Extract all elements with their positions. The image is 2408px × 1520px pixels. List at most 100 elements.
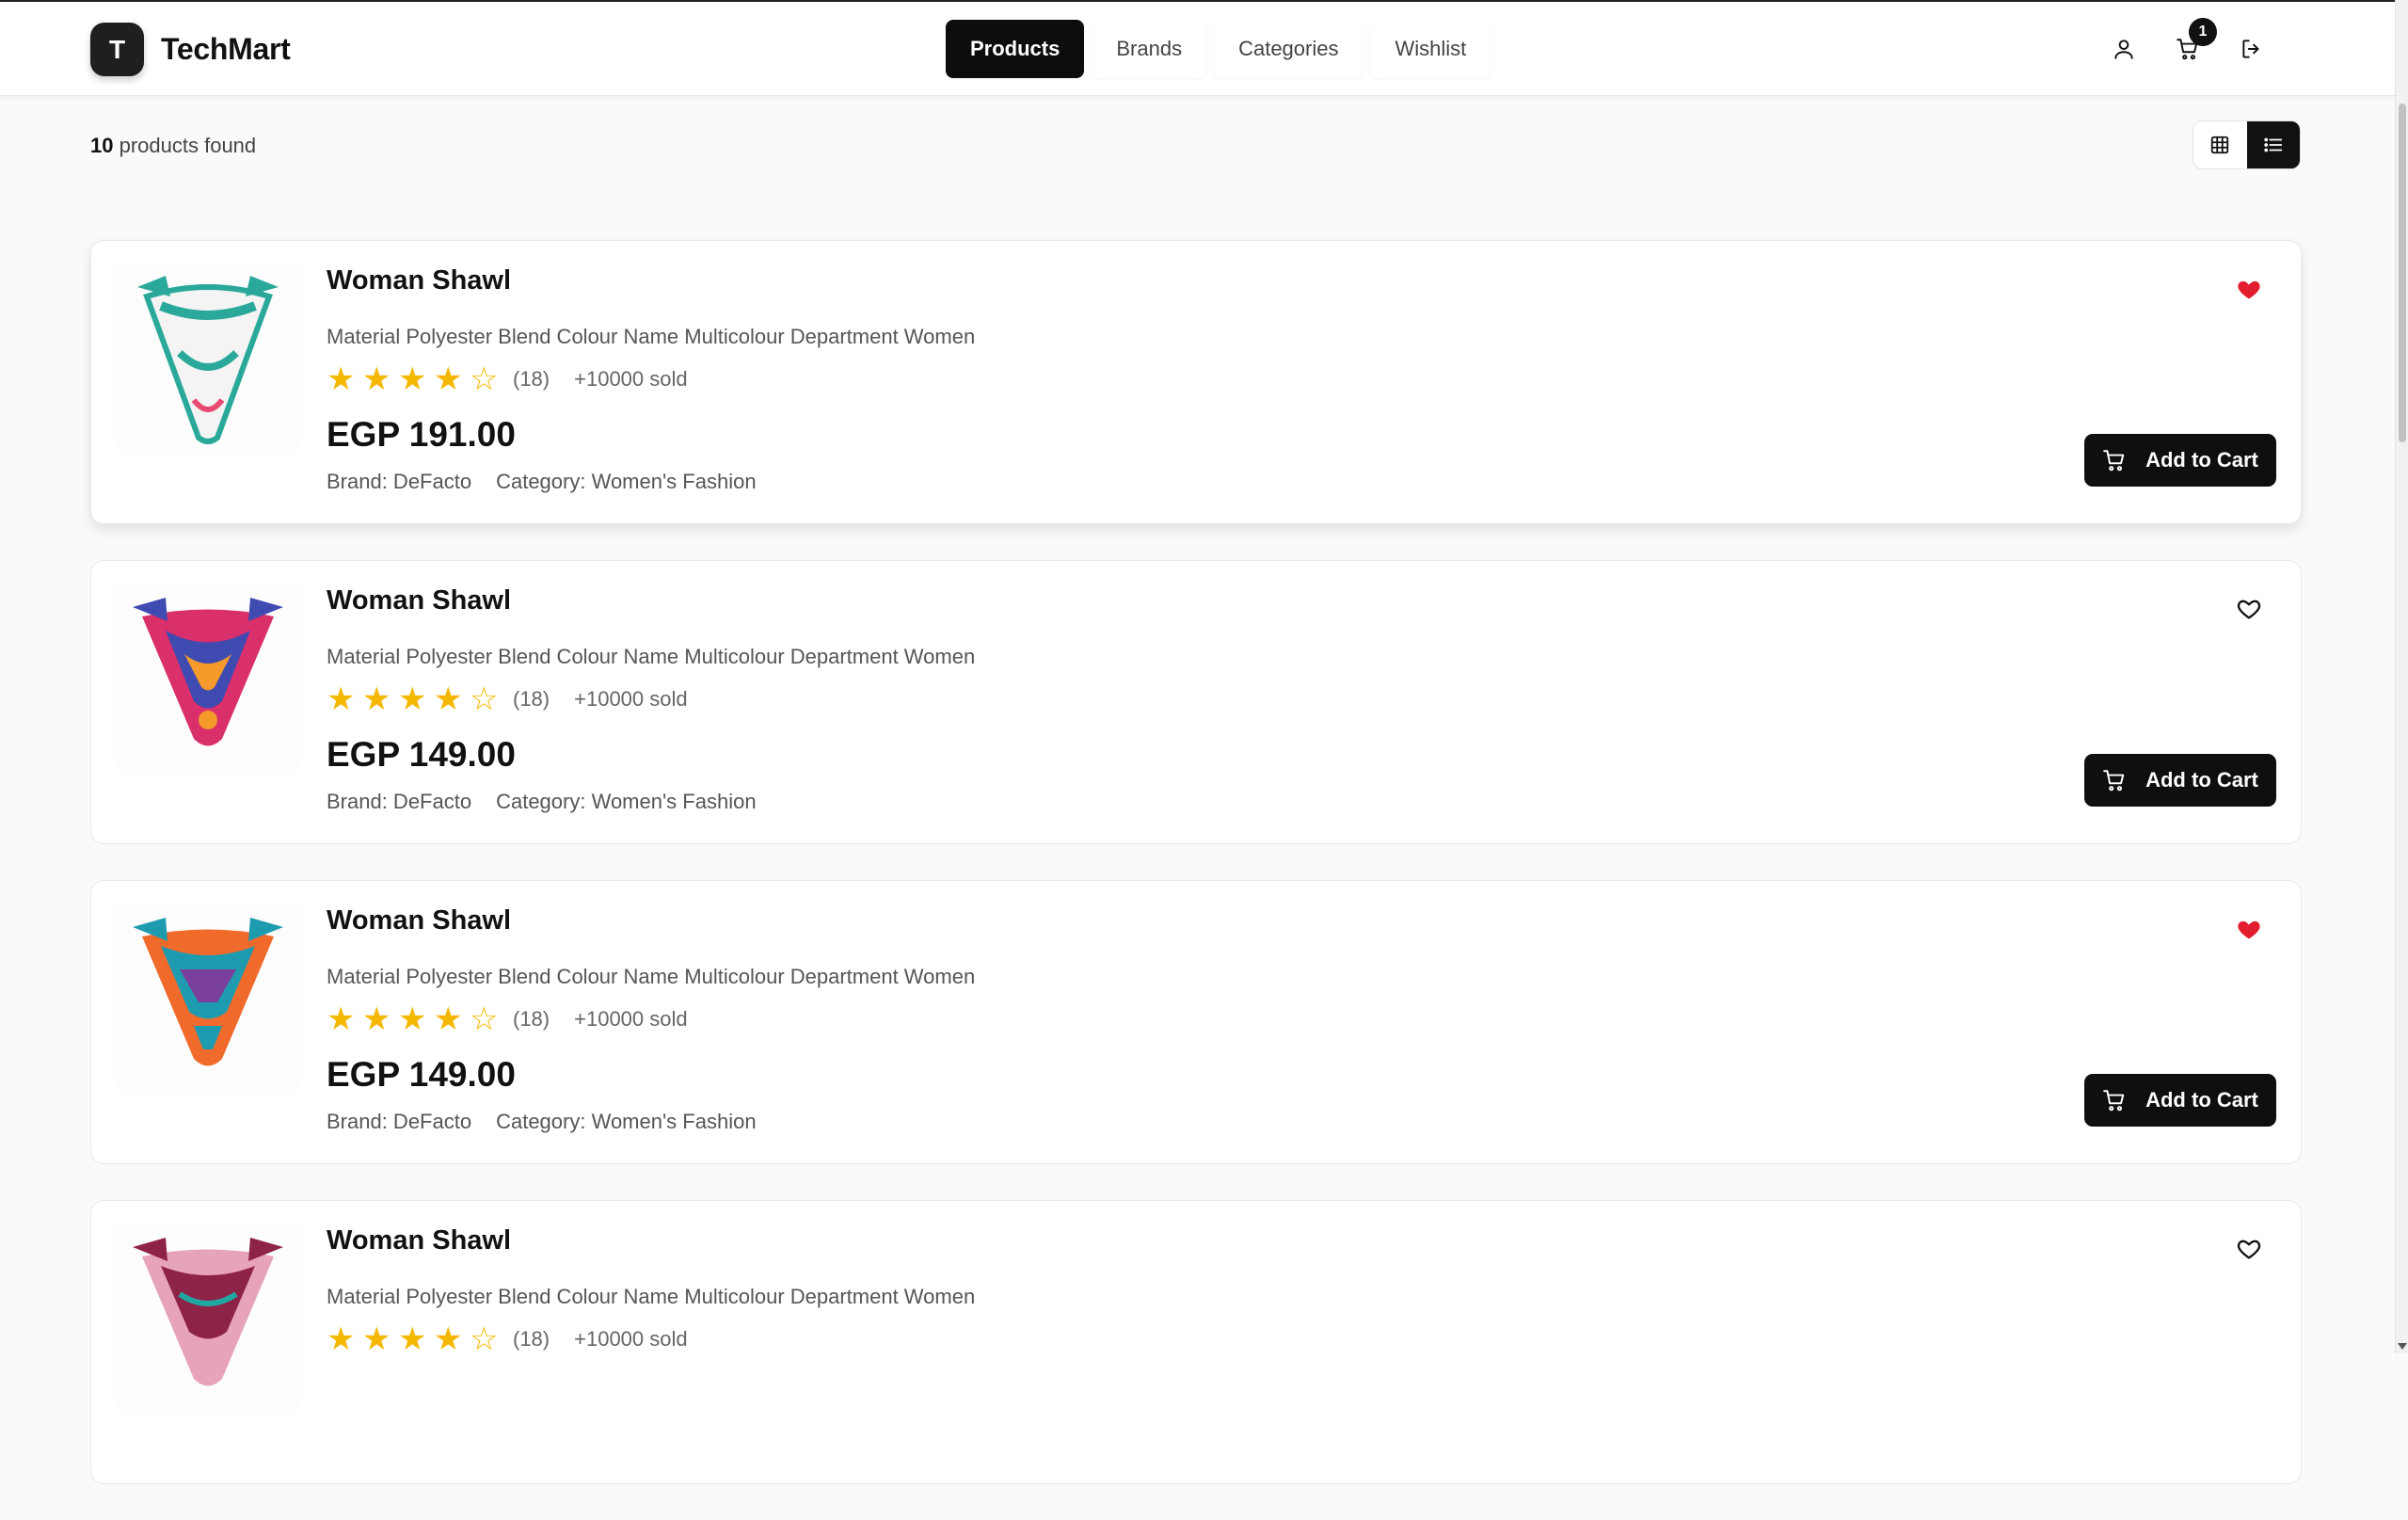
results-count-number: 10	[90, 134, 114, 157]
scroll-down-arrow-icon[interactable]	[2398, 1343, 2407, 1350]
add-to-cart-button[interactable]: Add to Cart	[2084, 434, 2276, 487]
add-to-cart-button[interactable]: Add to Cart	[2084, 754, 2276, 807]
star-icon: ★	[434, 361, 463, 397]
nav-categories[interactable]: Categories	[1214, 20, 1363, 78]
top-header: T TechMart Products Brands Categories Wi…	[0, 0, 2395, 96]
user-icon[interactable]	[2108, 30, 2140, 68]
view-toggle	[2193, 120, 2301, 169]
main-nav: Products Brands Categories Wishlist	[946, 20, 1491, 78]
product-info: Woman Shawl Material Polyester Blend Col…	[327, 1225, 976, 1357]
star-icon: ★	[362, 361, 391, 397]
logo-badge: T	[90, 23, 144, 76]
star-icon: ★	[327, 361, 356, 397]
brand-name: TechMart	[161, 32, 291, 66]
cart-icon	[2103, 450, 2125, 472]
product-description: Material Polyester Blend Colour Name Mul…	[327, 1285, 976, 1308]
product-description: Material Polyester Blend Colour Name Mul…	[327, 645, 976, 668]
star-half-icon: ☆	[470, 1001, 499, 1037]
product-brand: Brand: DeFacto	[327, 1110, 472, 1133]
product-meta: Brand: DeFacto Category: Women's Fashion	[327, 790, 975, 814]
results-count-suffix: products found	[119, 134, 257, 157]
cart-count-badge: 1	[2189, 18, 2217, 46]
product-image[interactable]	[116, 585, 300, 770]
star-icon: ★	[327, 1001, 356, 1037]
rating-stars: ★ ★ ★ ★ ☆	[327, 361, 500, 397]
product-rating: ★ ★ ★ ★ ☆ (18) +10000 sold	[327, 681, 975, 717]
product-image[interactable]	[116, 905, 300, 1090]
wishlist-heart-outline-icon[interactable]	[2235, 595, 2263, 623]
star-half-icon: ☆	[470, 361, 499, 397]
sold-count: +10000 sold	[574, 687, 688, 711]
product-brand: Brand: DeFacto	[327, 470, 472, 493]
rating-stars: ★ ★ ★ ★ ☆	[327, 1001, 500, 1037]
product-card[interactable]: Woman Shawl Material Polyester Blend Col…	[90, 240, 2302, 524]
grid-view-button[interactable]	[2193, 121, 2247, 168]
product-image[interactable]	[116, 265, 300, 450]
product-list: Woman Shawl Material Polyester Blend Col…	[90, 240, 2302, 1520]
brand-logo[interactable]: T TechMart	[90, 23, 291, 76]
product-description: Material Polyester Blend Colour Name Mul…	[327, 965, 976, 988]
star-icon: ★	[362, 1001, 391, 1037]
star-half-icon: ☆	[470, 1321, 499, 1357]
star-icon: ★	[398, 1321, 427, 1357]
cart-icon[interactable]: 1	[2172, 18, 2217, 68]
star-icon: ★	[434, 681, 463, 717]
page-scrollbar[interactable]	[2395, 0, 2408, 1353]
product-card[interactable]: Woman Shawl Material Polyester Blend Col…	[90, 560, 2302, 844]
scrollbar-thumb[interactable]	[2399, 104, 2406, 442]
star-half-icon: ☆	[470, 681, 499, 717]
product-rating: ★ ★ ★ ★ ☆ (18) +10000 sold	[327, 1001, 975, 1037]
star-icon: ★	[362, 681, 391, 717]
product-meta: Brand: DeFacto Category: Women's Fashion	[327, 1110, 975, 1134]
product-title[interactable]: Woman Shawl	[327, 1225, 975, 1256]
rating-count: (18)	[513, 367, 550, 391]
rating-stars: ★ ★ ★ ★ ☆	[327, 681, 500, 717]
nav-products[interactable]: Products	[946, 20, 1085, 78]
product-rating: ★ ★ ★ ★ ☆ (18) +10000 sold	[327, 361, 975, 397]
rating-count: (18)	[513, 1007, 550, 1031]
star-icon: ★	[398, 361, 427, 397]
nav-wishlist[interactable]: Wishlist	[1370, 20, 1491, 78]
product-info: Woman Shawl Material Polyester Blend Col…	[327, 265, 975, 494]
product-image[interactable]	[116, 1225, 300, 1410]
star-icon: ★	[398, 1001, 427, 1037]
product-rating: ★ ★ ★ ★ ☆ (18) +10000 sold	[327, 1321, 975, 1357]
wishlist-heart-icon[interactable]	[2235, 275, 2263, 303]
product-price: EGP 191.00	[327, 415, 516, 454]
list-icon	[2264, 137, 2282, 152]
add-to-cart-label: Add to Cart	[2145, 448, 2258, 472]
star-icon: ★	[327, 1321, 356, 1357]
rating-count: (18)	[513, 1327, 550, 1351]
product-card[interactable]: Woman Shawl Material Polyester Blend Col…	[90, 1200, 2302, 1484]
rating-count: (18)	[513, 687, 550, 711]
star-icon: ★	[362, 1321, 391, 1357]
product-title[interactable]: Woman Shawl	[327, 265, 975, 296]
product-price: EGP 149.00	[327, 1055, 516, 1094]
results-count: 10 products found	[90, 134, 256, 158]
logout-icon[interactable]	[2236, 30, 2268, 68]
product-title[interactable]: Woman Shawl	[327, 905, 975, 936]
product-info: Woman Shawl Material Polyester Blend Col…	[327, 905, 975, 1134]
sold-count: +10000 sold	[574, 1327, 688, 1351]
product-card[interactable]: Woman Shawl Material Polyester Blend Col…	[90, 880, 2302, 1164]
nav-brands[interactable]: Brands	[1092, 20, 1207, 78]
product-title[interactable]: Woman Shawl	[327, 585, 975, 616]
star-icon: ★	[398, 681, 427, 717]
add-to-cart-label: Add to Cart	[2145, 1088, 2258, 1112]
product-meta: Brand: DeFacto Category: Women's Fashion	[327, 470, 975, 494]
list-view-button[interactable]	[2246, 121, 2300, 168]
product-brand: Brand: DeFacto	[327, 790, 472, 813]
star-icon: ★	[327, 681, 356, 717]
star-icon: ★	[434, 1001, 463, 1037]
product-description: Material Polyester Blend Colour Name Mul…	[327, 325, 976, 348]
sold-count: +10000 sold	[574, 367, 688, 391]
star-icon: ★	[434, 1321, 463, 1357]
wishlist-heart-outline-icon[interactable]	[2235, 1235, 2263, 1263]
wishlist-heart-icon[interactable]	[2235, 915, 2263, 943]
product-price: EGP 149.00	[327, 735, 516, 774]
add-to-cart-label: Add to Cart	[2145, 768, 2258, 792]
product-category: Category: Women's Fashion	[496, 1110, 757, 1133]
cart-icon	[2103, 1090, 2125, 1112]
add-to-cart-button[interactable]: Add to Cart	[2084, 1074, 2276, 1127]
header-actions: 1	[2108, 18, 2268, 68]
